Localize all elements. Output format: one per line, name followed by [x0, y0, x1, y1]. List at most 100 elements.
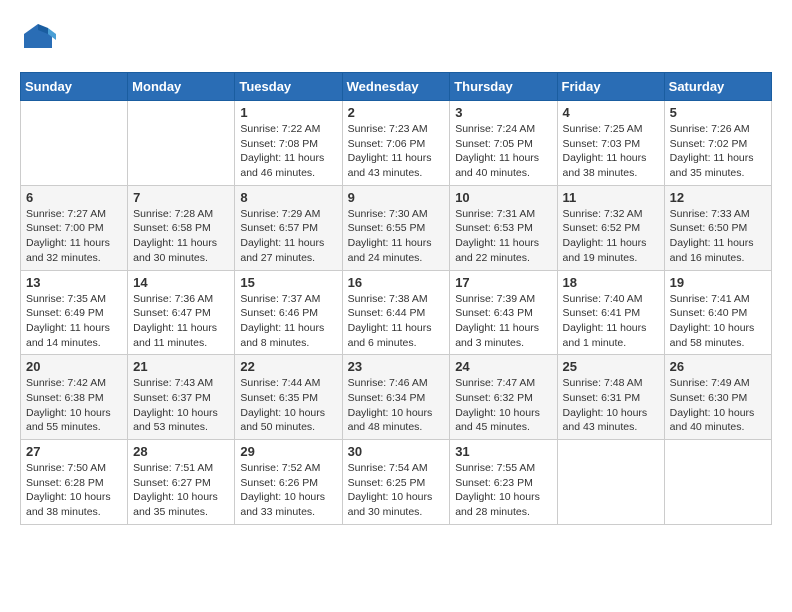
page-header: [20, 20, 772, 56]
day-number: 11: [563, 190, 659, 205]
calendar-cell: 3 Sunrise: 7:24 AMSunset: 7:05 PMDaylight…: [450, 101, 557, 186]
day-number: 7: [133, 190, 229, 205]
day-info: Sunrise: 7:36 AMSunset: 6:47 PMDaylight:…: [133, 292, 229, 351]
day-number: 3: [455, 105, 551, 120]
day-number: 10: [455, 190, 551, 205]
calendar-body: 1 Sunrise: 7:22 AMSunset: 7:08 PMDaylight…: [21, 101, 772, 525]
day-number: 23: [348, 359, 445, 374]
day-number: 27: [26, 444, 122, 459]
calendar-cell: 18Sunrise: 7:40 AMSunset: 6:41 PMDayligh…: [557, 270, 664, 355]
day-number: 13: [26, 275, 122, 290]
calendar-cell: 25 Sunrise: 7:48 AMSunset: 6:31 PMDayligh…: [557, 355, 664, 440]
day-info: Sunrise: 7:43 AMSunset: 6:37 PMDaylight:…: [133, 376, 229, 435]
day-number: 6: [26, 190, 122, 205]
calendar-cell: 30Sunrise: 7:54 AMSunset: 6:25 PMDayligh…: [342, 440, 450, 525]
calendar-cell: 28Sunrise: 7:51 AMSunset: 6:27 PMDayligh…: [128, 440, 235, 525]
calendar-cell: 20 Sunrise: 7:42 AMSunset: 6:38 PMDayligh…: [21, 355, 128, 440]
day-info: Sunrise: 7:33 AMSunset: 6:50 PMDaylight:…: [670, 207, 766, 266]
day-number: 19: [670, 275, 766, 290]
calendar-cell: 13 Sunrise: 7:35 AMSunset: 6:49 PMDayligh…: [21, 270, 128, 355]
day-info: Sunrise: 7:28 AMSunset: 6:58 PMDaylight:…: [133, 207, 229, 266]
week-row-3: 13 Sunrise: 7:35 AMSunset: 6:49 PMDayligh…: [21, 270, 772, 355]
calendar-cell: 27Sunrise: 7:50 AMSunset: 6:28 PMDayligh…: [21, 440, 128, 525]
day-number: 29: [240, 444, 336, 459]
week-row-5: 27Sunrise: 7:50 AMSunset: 6:28 PMDayligh…: [21, 440, 772, 525]
calendar-cell: [21, 101, 128, 186]
calendar-cell: 4 Sunrise: 7:25 AMSunset: 7:03 PMDaylight…: [557, 101, 664, 186]
day-info: Sunrise: 7:30 AMSunset: 6:55 PMDaylight:…: [348, 207, 445, 266]
header-day-monday: Monday: [128, 73, 235, 101]
day-number: 15: [240, 275, 336, 290]
logo: [20, 20, 60, 56]
week-row-4: 20 Sunrise: 7:42 AMSunset: 6:38 PMDayligh…: [21, 355, 772, 440]
day-number: 14: [133, 275, 229, 290]
calendar-cell: 22 Sunrise: 7:44 AMSunset: 6:35 PMDayligh…: [235, 355, 342, 440]
day-info: Sunrise: 7:41 AMSunset: 6:40 PMDaylight:…: [670, 292, 766, 351]
day-info: Sunrise: 7:22 AMSunset: 7:08 PMDaylight:…: [240, 122, 336, 181]
day-number: 25: [563, 359, 659, 374]
week-row-2: 6 Sunrise: 7:27 AMSunset: 7:00 PMDaylight…: [21, 185, 772, 270]
day-number: 16: [348, 275, 445, 290]
day-info: Sunrise: 7:55 AMSunset: 6:23 PMDaylight:…: [455, 461, 551, 520]
day-info: Sunrise: 7:47 AMSunset: 6:32 PMDaylight:…: [455, 376, 551, 435]
header-row: SundayMondayTuesdayWednesdayThursdayFrid…: [21, 73, 772, 101]
day-info: Sunrise: 7:25 AMSunset: 7:03 PMDaylight:…: [563, 122, 659, 181]
day-number: 2: [348, 105, 445, 120]
day-info: Sunrise: 7:42 AMSunset: 6:38 PMDaylight:…: [26, 376, 122, 435]
calendar-cell: [557, 440, 664, 525]
header-day-tuesday: Tuesday: [235, 73, 342, 101]
calendar-header: SundayMondayTuesdayWednesdayThursdayFrid…: [21, 73, 772, 101]
calendar-cell: 12Sunrise: 7:33 AMSunset: 6:50 PMDayligh…: [664, 185, 771, 270]
day-number: 28: [133, 444, 229, 459]
calendar-cell: 15Sunrise: 7:37 AMSunset: 6:46 PMDayligh…: [235, 270, 342, 355]
day-info: Sunrise: 7:48 AMSunset: 6:31 PMDaylight:…: [563, 376, 659, 435]
day-number: 8: [240, 190, 336, 205]
header-day-wednesday: Wednesday: [342, 73, 450, 101]
calendar-cell: 8Sunrise: 7:29 AMSunset: 6:57 PMDaylight…: [235, 185, 342, 270]
day-info: Sunrise: 7:49 AMSunset: 6:30 PMDaylight:…: [670, 376, 766, 435]
day-number: 22: [240, 359, 336, 374]
day-info: Sunrise: 7:31 AMSunset: 6:53 PMDaylight:…: [455, 207, 551, 266]
day-number: 24: [455, 359, 551, 374]
calendar-cell: [128, 101, 235, 186]
header-day-sunday: Sunday: [21, 73, 128, 101]
calendar-cell: 16 Sunrise: 7:38 AMSunset: 6:44 PMDayligh…: [342, 270, 450, 355]
calendar-cell: 31 Sunrise: 7:55 AMSunset: 6:23 PMDayligh…: [450, 440, 557, 525]
calendar-cell: 23 Sunrise: 7:46 AMSunset: 6:34 PMDayligh…: [342, 355, 450, 440]
day-info: Sunrise: 7:52 AMSunset: 6:26 PMDaylight:…: [240, 461, 336, 520]
day-number: 20: [26, 359, 122, 374]
calendar-cell: 26Sunrise: 7:49 AMSunset: 6:30 PMDayligh…: [664, 355, 771, 440]
day-info: Sunrise: 7:24 AMSunset: 7:05 PMDaylight:…: [455, 122, 551, 181]
day-info: Sunrise: 7:35 AMSunset: 6:49 PMDaylight:…: [26, 292, 122, 351]
logo-icon: [20, 20, 56, 56]
calendar-cell: 21 Sunrise: 7:43 AMSunset: 6:37 PMDayligh…: [128, 355, 235, 440]
header-day-thursday: Thursday: [450, 73, 557, 101]
day-number: 1: [240, 105, 336, 120]
calendar-cell: 7 Sunrise: 7:28 AMSunset: 6:58 PMDaylight…: [128, 185, 235, 270]
calendar-cell: 5 Sunrise: 7:26 AMSunset: 7:02 PMDaylight…: [664, 101, 771, 186]
week-row-1: 1 Sunrise: 7:22 AMSunset: 7:08 PMDaylight…: [21, 101, 772, 186]
day-number: 4: [563, 105, 659, 120]
calendar-cell: 1 Sunrise: 7:22 AMSunset: 7:08 PMDaylight…: [235, 101, 342, 186]
day-info: Sunrise: 7:39 AMSunset: 6:43 PMDaylight:…: [455, 292, 551, 351]
day-info: Sunrise: 7:27 AMSunset: 7:00 PMDaylight:…: [26, 207, 122, 266]
day-info: Sunrise: 7:46 AMSunset: 6:34 PMDaylight:…: [348, 376, 445, 435]
day-info: Sunrise: 7:40 AMSunset: 6:41 PMDaylight:…: [563, 292, 659, 351]
day-number: 5: [670, 105, 766, 120]
day-number: 9: [348, 190, 445, 205]
day-info: Sunrise: 7:23 AMSunset: 7:06 PMDaylight:…: [348, 122, 445, 181]
calendar: SundayMondayTuesdayWednesdayThursdayFrid…: [20, 72, 772, 525]
day-info: Sunrise: 7:26 AMSunset: 7:02 PMDaylight:…: [670, 122, 766, 181]
day-info: Sunrise: 7:38 AMSunset: 6:44 PMDaylight:…: [348, 292, 445, 351]
calendar-cell: 24 Sunrise: 7:47 AMSunset: 6:32 PMDayligh…: [450, 355, 557, 440]
day-info: Sunrise: 7:44 AMSunset: 6:35 PMDaylight:…: [240, 376, 336, 435]
calendar-cell: 2 Sunrise: 7:23 AMSunset: 7:06 PMDaylight…: [342, 101, 450, 186]
header-day-saturday: Saturday: [664, 73, 771, 101]
header-day-friday: Friday: [557, 73, 664, 101]
day-number: 21: [133, 359, 229, 374]
day-info: Sunrise: 7:32 AMSunset: 6:52 PMDaylight:…: [563, 207, 659, 266]
day-number: 31: [455, 444, 551, 459]
calendar-cell: 17 Sunrise: 7:39 AMSunset: 6:43 PMDayligh…: [450, 270, 557, 355]
day-number: 17: [455, 275, 551, 290]
calendar-cell: 9 Sunrise: 7:30 AMSunset: 6:55 PMDaylight…: [342, 185, 450, 270]
